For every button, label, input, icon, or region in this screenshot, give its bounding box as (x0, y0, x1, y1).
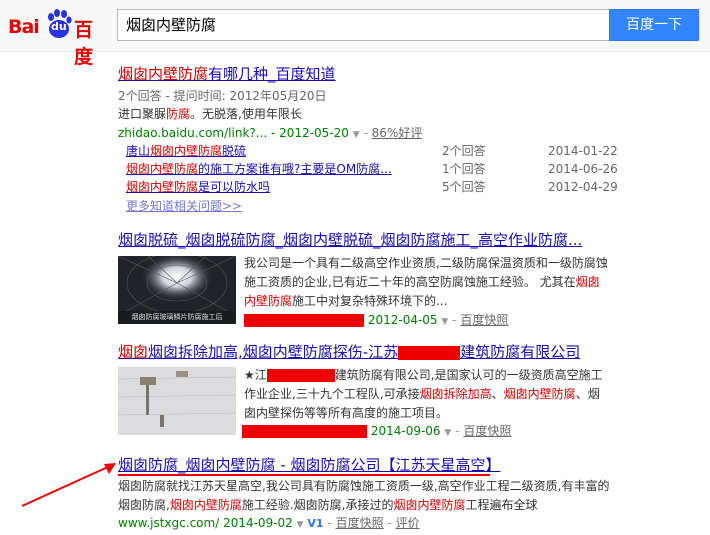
search-input[interactable]: 烟囱内壁防腐 (117, 9, 609, 41)
related-question-link[interactable]: 唐山烟囱内壁防腐脱硫 (126, 142, 246, 160)
related-question-link[interactable]: 烟囱内壁防腐的施工方案谁有哦?主要是OM防腐... (126, 160, 392, 178)
result-date: 2012-04-05 (367, 313, 438, 327)
result-url: www.jstxgc.com/ 2014-09-02 (118, 516, 293, 530)
answer-meta: 2个回答 - 提问时间: 2012年05月20日 (118, 89, 327, 103)
snapshot-link[interactable]: 百度快照 (463, 424, 511, 438)
result-abstract: 进口聚脲防腐。无脱落,使用年限长 (118, 107, 302, 121)
result-abstract: 烟囱防腐就找江苏天星高空,我公司具有防腐蚀施工资质一级,高空作业工程二级资质,有… (118, 479, 610, 512)
annotation-underline (118, 474, 490, 476)
answer-count: 5个回答 (442, 180, 486, 194)
result-item: 烟囱脱硫_烟囱脱硫防腐_烟囱内壁脱硫_烟囱防腐施工_高空作业防腐... 烟囱防腐… (118, 231, 638, 331)
thumbnail-caption: 烟囱防腐玻璃鳞片防腐施工后 (131, 313, 223, 321)
related-question-link[interactable]: 烟囱内壁防腐是可以防水吗 (126, 178, 270, 196)
related-question[interactable]: 烟囱内壁防腐的施工方案谁有哦?主要是OM防腐... 1个回答 2014-06-2… (126, 160, 626, 178)
answer-count: 2个回答 (442, 144, 486, 158)
result-title-link[interactable]: 烟囱烟囱拆除加高,烟囱内壁防腐探伤-江苏 建筑防腐有限公司 (118, 343, 580, 361)
result-date: 2014-09-06 (370, 424, 441, 438)
result-url-line: 2012-04-05 ▼ - 百度快照 (244, 311, 508, 328)
logo-text-cn: 百度 (74, 19, 94, 68)
related-question[interactable]: 烟囱内壁防腐是可以防水吗 5个回答 2012-04-29 (126, 178, 626, 196)
dropdown-caret-icon[interactable]: ▼ (353, 130, 360, 140)
result-url: zhidao.baidu.com/link?... (118, 126, 268, 140)
redaction-bar (398, 345, 461, 360)
redaction-bar (242, 425, 367, 438)
answer-count: 1个回答 (442, 162, 486, 176)
dropdown-caret-icon[interactable]: ▼ (297, 520, 304, 530)
baidu-logo[interactable]: Bai du 百度 (8, 7, 108, 68)
dropdown-caret-icon[interactable]: ▼ (444, 428, 451, 438)
logo-text-du: du (51, 20, 67, 33)
evaluate-link[interactable]: 评价 (396, 516, 420, 530)
snapshot-link[interactable]: 百度快照 (460, 313, 508, 327)
result-date: - 2012-05-20 (271, 126, 349, 140)
result-item: 烟囱烟囱拆除加高,烟囱内壁防腐探伤-江苏 建筑防腐有限公司 ★江 建筑防腐有限公司,… (118, 343, 638, 443)
title-highlight: 烟囱内壁防腐 (118, 65, 209, 83)
result-thumbnail[interactable]: 烟囱防腐玻璃鳞片防腐施工后 (118, 256, 236, 324)
question-date: 2014-06-26 (548, 162, 618, 176)
result-title-link[interactable]: 烟囱防腐_烟囱内壁防腐 - 烟囱防腐公司【江苏天星高空】 (118, 456, 500, 474)
logo-text-bai: Bai (8, 16, 40, 38)
result-title-link[interactable]: 烟囱脱硫_烟囱脱硫防腐_烟囱内壁脱硫_烟囱防腐施工_高空作业防腐... (118, 231, 582, 249)
result-url-line: www.jstxgc.com/ 2014-09-02 ▼ V1 - 百度快照 -… (118, 516, 420, 530)
verified-v1-badge[interactable]: V1 (307, 517, 323, 530)
result-item-highlighted: 烟囱防腐_烟囱内壁防腐 - 烟囱防腐公司【江苏天星高空】 烟囱防腐就找江苏天星高… (118, 456, 710, 534)
search-button[interactable]: 百度一下 (609, 9, 699, 41)
snapshot-link[interactable]: 百度快照 (336, 516, 384, 530)
related-question[interactable]: 唐山烟囱内壁防腐脱硫 2个回答 2014-01-22 (126, 142, 626, 160)
result-zhidao: 烟囱内壁防腐有哪几种_百度知道 2个回答 - 提问时间: 2012年05月20日… (118, 65, 638, 215)
question-date: 2012-04-29 (548, 180, 618, 194)
result-url-line: zhidao.baidu.com/link?... - 2012-05-20 ▼… (118, 126, 423, 140)
result-abstract: 我公司是一个具有二级高空作业资质,二级防腐保温资质和一级防腐蚀 施工资质的企业,… (244, 256, 608, 308)
chimney-wall-image (118, 367, 236, 435)
redaction-bar (244, 314, 364, 327)
result-thumbnail[interactable] (118, 367, 236, 435)
result-title-link[interactable]: 烟囱内壁防腐有哪几种_百度知道 (118, 65, 336, 83)
search-header: Bai du 百度 烟囱内壁防腐 百度一下 (0, 0, 710, 68)
result-url-line: 2014-09-06 ▼ - 百度快照 (242, 422, 511, 439)
question-date: 2014-01-22 (548, 144, 618, 158)
rating-link[interactable]: 86%好评 (372, 126, 423, 140)
title-text: 有哪几种_百度知道 (208, 65, 336, 83)
result-abstract: ★江 建筑防腐有限公司,是国家认可的一级资质高空施工 作业企业,三十九个工程队,可… (244, 368, 603, 420)
redaction-bar (266, 369, 335, 382)
dropdown-caret-icon[interactable]: ▼ (441, 317, 448, 327)
more-questions-link[interactable]: 更多知道相关问题>> (126, 197, 242, 214)
